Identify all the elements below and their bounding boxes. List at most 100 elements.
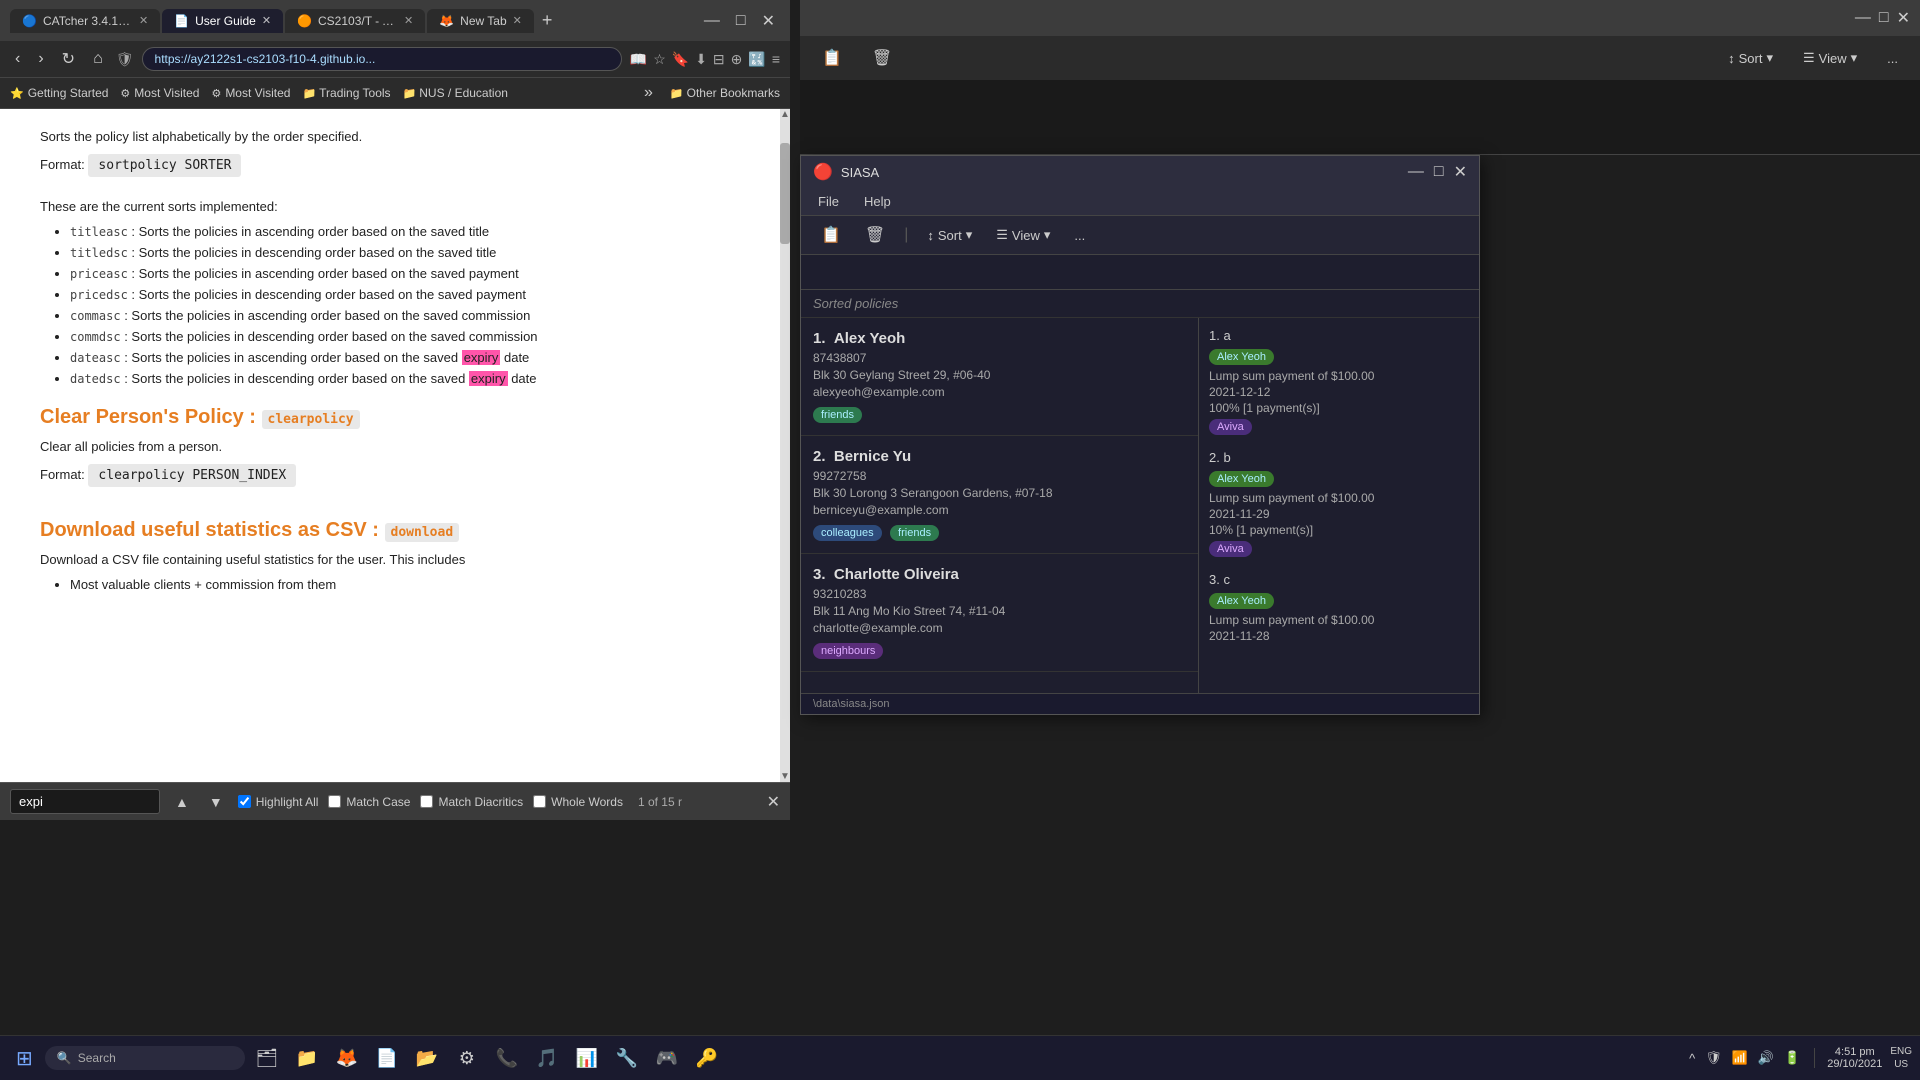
taskbar-search-bar[interactable]: 🔍 Search bbox=[45, 1046, 245, 1070]
whole-words-label[interactable]: Whole Words bbox=[533, 795, 623, 809]
browser-maximize-btn[interactable]: □ bbox=[731, 9, 751, 33]
siasa-copy-btn[interactable]: 📋 bbox=[813, 222, 849, 248]
siasa-title: 🔴 SIASA bbox=[813, 162, 879, 182]
find-close-btn[interactable]: ✕ bbox=[767, 792, 780, 812]
taskbar-icon-media[interactable]: 🎵 bbox=[529, 1040, 565, 1076]
reader-icon[interactable]: 📖 bbox=[630, 51, 647, 68]
match-case-text: Match Case bbox=[346, 795, 410, 809]
bg-maximize-btn[interactable]: □ bbox=[1879, 8, 1889, 28]
siasa-command-input[interactable] bbox=[813, 263, 1467, 279]
taskbar-icon-phone[interactable]: 📞 bbox=[489, 1040, 525, 1076]
taskbar-icon-notes[interactable]: 📄 bbox=[369, 1040, 405, 1076]
highlight-all-label[interactable]: Highlight All bbox=[238, 795, 319, 809]
siasa-view-btn[interactable]: ☰ View ▾ bbox=[988, 224, 1058, 246]
bookmark-getting-started[interactable]: ⭐ Getting Started bbox=[10, 86, 108, 100]
taskbar-icon-folder[interactable]: 📂 bbox=[409, 1040, 445, 1076]
taskbar-icon-settings[interactable]: ⚙ bbox=[449, 1040, 485, 1076]
extensions-icon[interactable]: 🔣 bbox=[748, 51, 765, 68]
bg-minimize-btn[interactable]: — bbox=[1855, 8, 1871, 28]
find-next-btn[interactable]: ▼ bbox=[204, 792, 228, 812]
language-indicator[interactable]: ENG US bbox=[1890, 1045, 1912, 1071]
taskbar-icon-files[interactable]: 📁 bbox=[289, 1040, 325, 1076]
tab-catcher-close[interactable]: ✕ bbox=[139, 14, 148, 27]
person-1-number: 87438807 bbox=[813, 351, 1186, 365]
bg-sort-btn[interactable]: ↕ Sort ▾ bbox=[1718, 46, 1783, 70]
battery-icon[interactable]: 🔋 bbox=[1782, 1048, 1802, 1068]
bg-delete-icon[interactable]: 🗑 bbox=[862, 44, 902, 72]
tab-cs2103[interactable]: 🟠 CS2103/T - Adr... ✕ bbox=[285, 9, 425, 33]
tab-user-guide[interactable]: 📄 User Guide ✕ bbox=[162, 9, 283, 33]
system-tray-expand-icon[interactable]: ^ bbox=[1687, 1049, 1697, 1068]
browser-minimize-btn[interactable]: — bbox=[699, 9, 725, 33]
match-case-label[interactable]: Match Case bbox=[328, 795, 410, 809]
volume-icon[interactable]: 🔊 bbox=[1756, 1048, 1776, 1068]
address-bar[interactable]: https://ay2122s1-cs2103-f10-4.github.io.… bbox=[142, 47, 622, 71]
taskbar-icon-chart[interactable]: 📊 bbox=[569, 1040, 605, 1076]
highlight-all-checkbox[interactable] bbox=[238, 795, 251, 808]
find-bar: ▲ ▼ Highlight All Match Case Match Diacr… bbox=[0, 782, 790, 820]
find-prev-btn[interactable]: ▲ bbox=[170, 792, 194, 812]
page-scrollbar[interactable]: ▲ ▼ bbox=[780, 109, 790, 782]
scroll-thumb[interactable] bbox=[780, 143, 790, 244]
person-card-3[interactable]: 3. Charlotte Oliveira 93210283 Blk 11 An… bbox=[801, 554, 1198, 672]
person-1-tag-friends: friends bbox=[813, 407, 862, 423]
match-case-checkbox[interactable] bbox=[328, 795, 341, 808]
siasa-menu-file[interactable]: File bbox=[813, 192, 844, 211]
siasa-more-btn[interactable]: ... bbox=[1066, 225, 1093, 246]
bg-more-btn[interactable]: ... bbox=[1877, 47, 1908, 70]
siasa-sort-btn[interactable]: ↕ Sort ▾ bbox=[919, 224, 980, 246]
taskbar-icon-key[interactable]: 🔑 bbox=[689, 1040, 725, 1076]
match-diacritics-label[interactable]: Match Diacritics bbox=[420, 795, 523, 809]
tab-cs2103-close[interactable]: ✕ bbox=[404, 14, 413, 27]
taskbar-icon-app2[interactable]: 🎮 bbox=[649, 1040, 685, 1076]
find-input[interactable] bbox=[10, 789, 160, 814]
menu-btn[interactable]: ≡ bbox=[772, 51, 780, 67]
siasa-maximize-btn[interactable]: □ bbox=[1434, 162, 1444, 182]
bookmark-most-visited-2[interactable]: ⚙ Most Visited bbox=[211, 86, 290, 100]
more-bookmarks-btn[interactable]: » bbox=[639, 82, 658, 104]
new-tab-button[interactable]: + bbox=[536, 8, 559, 33]
siasa-minimize-btn[interactable]: — bbox=[1408, 162, 1424, 182]
siasa-close-btn[interactable]: ✕ bbox=[1454, 162, 1467, 182]
pocket-icon[interactable]: 🔖 bbox=[672, 51, 689, 68]
tab-catcher-icon: 🔵 bbox=[22, 14, 37, 28]
back-btn[interactable]: ‹ bbox=[10, 48, 25, 70]
policy-1-detail3: 100% [1 payment(s)] bbox=[1209, 401, 1469, 415]
scroll-up-arrow[interactable]: ▲ bbox=[780, 109, 790, 120]
siasa-delete-btn[interactable]: 🗑 bbox=[857, 222, 893, 248]
tab-catcher[interactable]: 🔵 CATcher 3.4.1 - ... ✕ bbox=[10, 9, 160, 33]
browser-close-btn[interactable]: ✕ bbox=[757, 9, 780, 33]
bookmark-nus-education[interactable]: 📁 NUS / Education bbox=[403, 86, 508, 100]
siasa-input-area[interactable] bbox=[801, 255, 1479, 290]
taskbar-icon-app1[interactable]: 🔧 bbox=[609, 1040, 645, 1076]
whole-words-checkbox[interactable] bbox=[533, 795, 546, 808]
person-card-2[interactable]: 2. Bernice Yu 99272758 Blk 30 Lorong 3 S… bbox=[801, 436, 1198, 554]
bg-close-btn[interactable]: ✕ bbox=[1897, 8, 1910, 28]
antivirus-icon[interactable]: 🛡 bbox=[1703, 1048, 1724, 1068]
bookmark-trading-tools[interactable]: 📁 Trading Tools bbox=[302, 86, 390, 100]
network-icon[interactable]: 📶 bbox=[1730, 1048, 1750, 1068]
person-card-1[interactable]: 1. Alex Yeoh 87438807 Blk 30 Geylang Str… bbox=[801, 318, 1198, 436]
reload-btn[interactable]: ↻ bbox=[57, 47, 80, 71]
person-2-tag-colleagues: colleagues bbox=[813, 525, 882, 541]
download-icon[interactable]: ⬇ bbox=[695, 51, 707, 68]
synced-tabs-icon[interactable]: ⊟ bbox=[713, 51, 725, 68]
bookmark-other[interactable]: 📁 Other Bookmarks bbox=[670, 86, 780, 100]
bookmark-most-visited-1[interactable]: ⚙ Most Visited bbox=[120, 86, 199, 100]
scroll-down-arrow[interactable]: ▼ bbox=[780, 771, 790, 782]
tab-newtab-close[interactable]: ✕ bbox=[513, 14, 522, 27]
bg-view-btn[interactable]: ☰ View ▾ bbox=[1793, 46, 1867, 70]
container-icon[interactable]: ⊕ bbox=[731, 51, 743, 68]
bg-copy-icon[interactable]: 📋 bbox=[812, 44, 852, 72]
tab-user-guide-close[interactable]: ✕ bbox=[262, 14, 271, 27]
match-diacritics-checkbox[interactable] bbox=[420, 795, 433, 808]
home-btn[interactable]: ⌂ bbox=[88, 48, 108, 70]
taskbar-icon-task-view[interactable]: 🗂 bbox=[249, 1040, 285, 1076]
forward-btn[interactable]: › bbox=[33, 48, 48, 70]
siasa-menu-help[interactable]: Help bbox=[859, 192, 896, 211]
taskbar-time-display[interactable]: 4:51 pm 29/10/2021 bbox=[1827, 1046, 1882, 1070]
bookmark-star-icon[interactable]: ☆ bbox=[653, 51, 666, 68]
start-button[interactable]: ⊞ bbox=[8, 1041, 41, 1076]
tab-newtab[interactable]: 🦊 New Tab ✕ bbox=[427, 9, 534, 33]
taskbar-icon-firefox[interactable]: 🦊 bbox=[329, 1040, 365, 1076]
